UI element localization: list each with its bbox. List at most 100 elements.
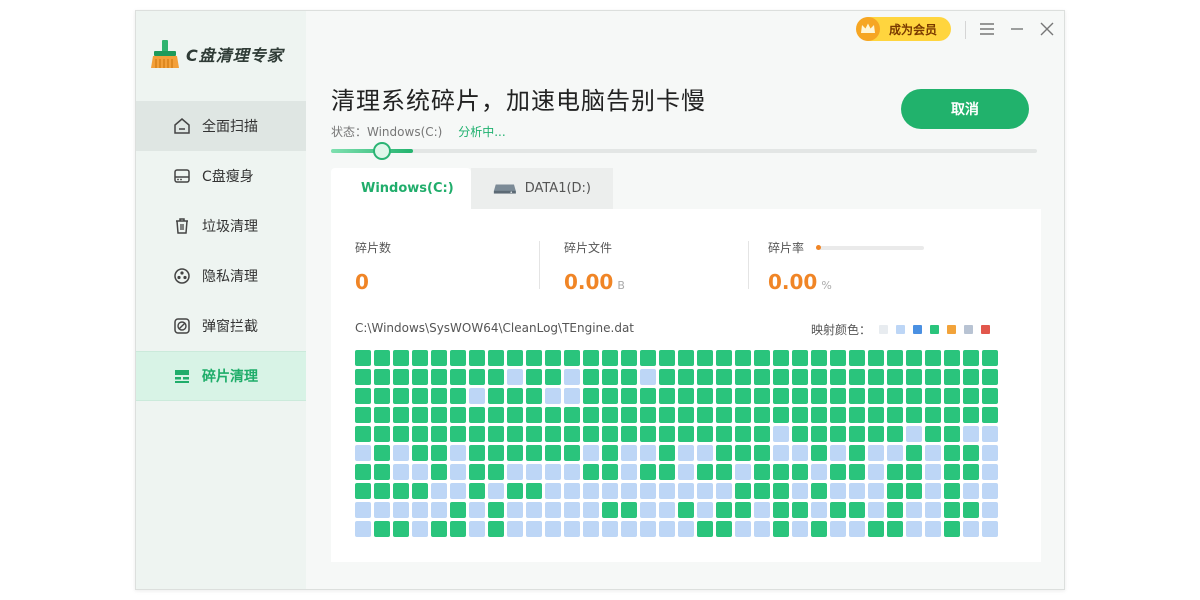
fragment-block [412,407,428,423]
fragment-block [393,464,409,480]
sidebar-item-privacy-clean[interactable]: 隐私清理 [136,251,306,301]
menu-button[interactable] [977,19,997,39]
fragment-block [564,464,580,480]
progress-bar [331,142,1037,160]
fragment-block [944,521,960,537]
fragment-block [754,445,770,461]
fragment-block [811,483,827,499]
fragment-block [450,350,466,366]
fragment-block [526,426,542,442]
fragment-block [963,388,979,404]
tab-windows-c[interactable]: Windows(C:) [331,168,471,209]
fragment-block [944,369,960,385]
fragment-block [754,350,770,366]
fragment-block [545,350,561,366]
tab-data1-d[interactable]: DATA1(D:) [471,168,613,209]
fragment-block [773,388,789,404]
fragment-block [868,426,884,442]
fragment-block [640,426,656,442]
fragment-block [887,464,903,480]
disk-icon [172,166,192,186]
fragment-block [868,407,884,423]
fragment-block [754,426,770,442]
fragment-block [830,350,846,366]
fragment-block [678,483,694,499]
fragment-block [849,388,865,404]
fragment-block [602,426,618,442]
fragment-block [887,369,903,385]
sidebar-item-c-slim[interactable]: C盘瘦身 [136,151,306,201]
fragment-block [583,464,599,480]
sidebar-item-junk-clean[interactable]: 垃圾清理 [136,201,306,251]
sidebar-item-label: 全面扫描 [202,119,258,135]
fragment-block [640,483,656,499]
fragment-block [412,445,428,461]
fragment-block [906,464,922,480]
fragment-block [754,388,770,404]
sidebar-item-defrag[interactable]: 碎片清理 [136,351,306,401]
fragment-block [621,388,637,404]
fragment-count-label: 碎片数 [355,241,392,255]
sidebar-nav: 全面扫描 C盘瘦身 垃圾清理 隐私清理 弹窗拦截 碎片清理 [136,101,306,401]
fragment-block [640,464,656,480]
fragment-block [716,502,732,518]
fragment-block [374,521,390,537]
sidebar-item-full-scan[interactable]: 全面扫描 [136,101,306,151]
fragment-block [545,464,561,480]
fragment-block [830,464,846,480]
fragment-block [849,426,865,442]
fragment-block [602,502,618,518]
fragment-block [602,388,618,404]
fragment-block [754,483,770,499]
fragment-block [792,521,808,537]
fragment-block [811,388,827,404]
fragment-block [773,369,789,385]
fragment-rate-indicator [816,245,821,250]
fragment-block [697,502,713,518]
fragment-block [659,445,675,461]
defrag-panel: 碎片数 0 碎片文件 0.00 B 碎片率 0.00% C:\Windows\Sy… [331,209,1041,562]
fragment-block [431,445,447,461]
minimize-button[interactable] [1007,19,1027,39]
fragment-files-label: 碎片文件 [564,241,613,255]
fragment-block [944,350,960,366]
tab-label: DATA1(D:) [524,181,591,196]
fragment-block [488,369,504,385]
fragment-block [811,407,827,423]
fragment-block [507,426,523,442]
status-line: 状态：Windows(C:) 分析中... [331,123,506,140]
fragment-block [602,350,618,366]
fragment-block [963,350,979,366]
fragment-block [355,426,371,442]
fragment-count-value: 0 [355,270,369,294]
become-member-label: 成为会员 [889,22,938,37]
fragment-block [431,407,447,423]
fragment-block [944,502,960,518]
fragment-block [564,426,580,442]
fragment-block [355,350,371,366]
fragment-block [925,483,941,499]
fragment-block [659,483,675,499]
status-label: 状态：Windows(C:) [331,125,443,139]
fragment-block [469,388,485,404]
fragment-block [906,483,922,499]
fragment-block [659,407,675,423]
fragment-block [754,502,770,518]
app-logo: C盘清理专家 [148,37,284,71]
fragment-block [811,369,827,385]
fragment-block [393,407,409,423]
sidebar-item-popup-block[interactable]: 弹窗拦截 [136,301,306,351]
fragment-block [469,464,485,480]
fragment-block [963,407,979,423]
fragment-block [697,445,713,461]
become-member-button[interactable]: 成为会员 [856,17,951,41]
drive-icon [493,183,516,194]
fragment-block [602,445,618,461]
fragment-block [773,521,789,537]
cancel-button[interactable]: 取消 [901,89,1029,129]
fragment-block [906,407,922,423]
fragment-block [773,407,789,423]
close-button[interactable] [1037,19,1057,39]
fragment-block [412,369,428,385]
fragment-block [659,464,675,480]
